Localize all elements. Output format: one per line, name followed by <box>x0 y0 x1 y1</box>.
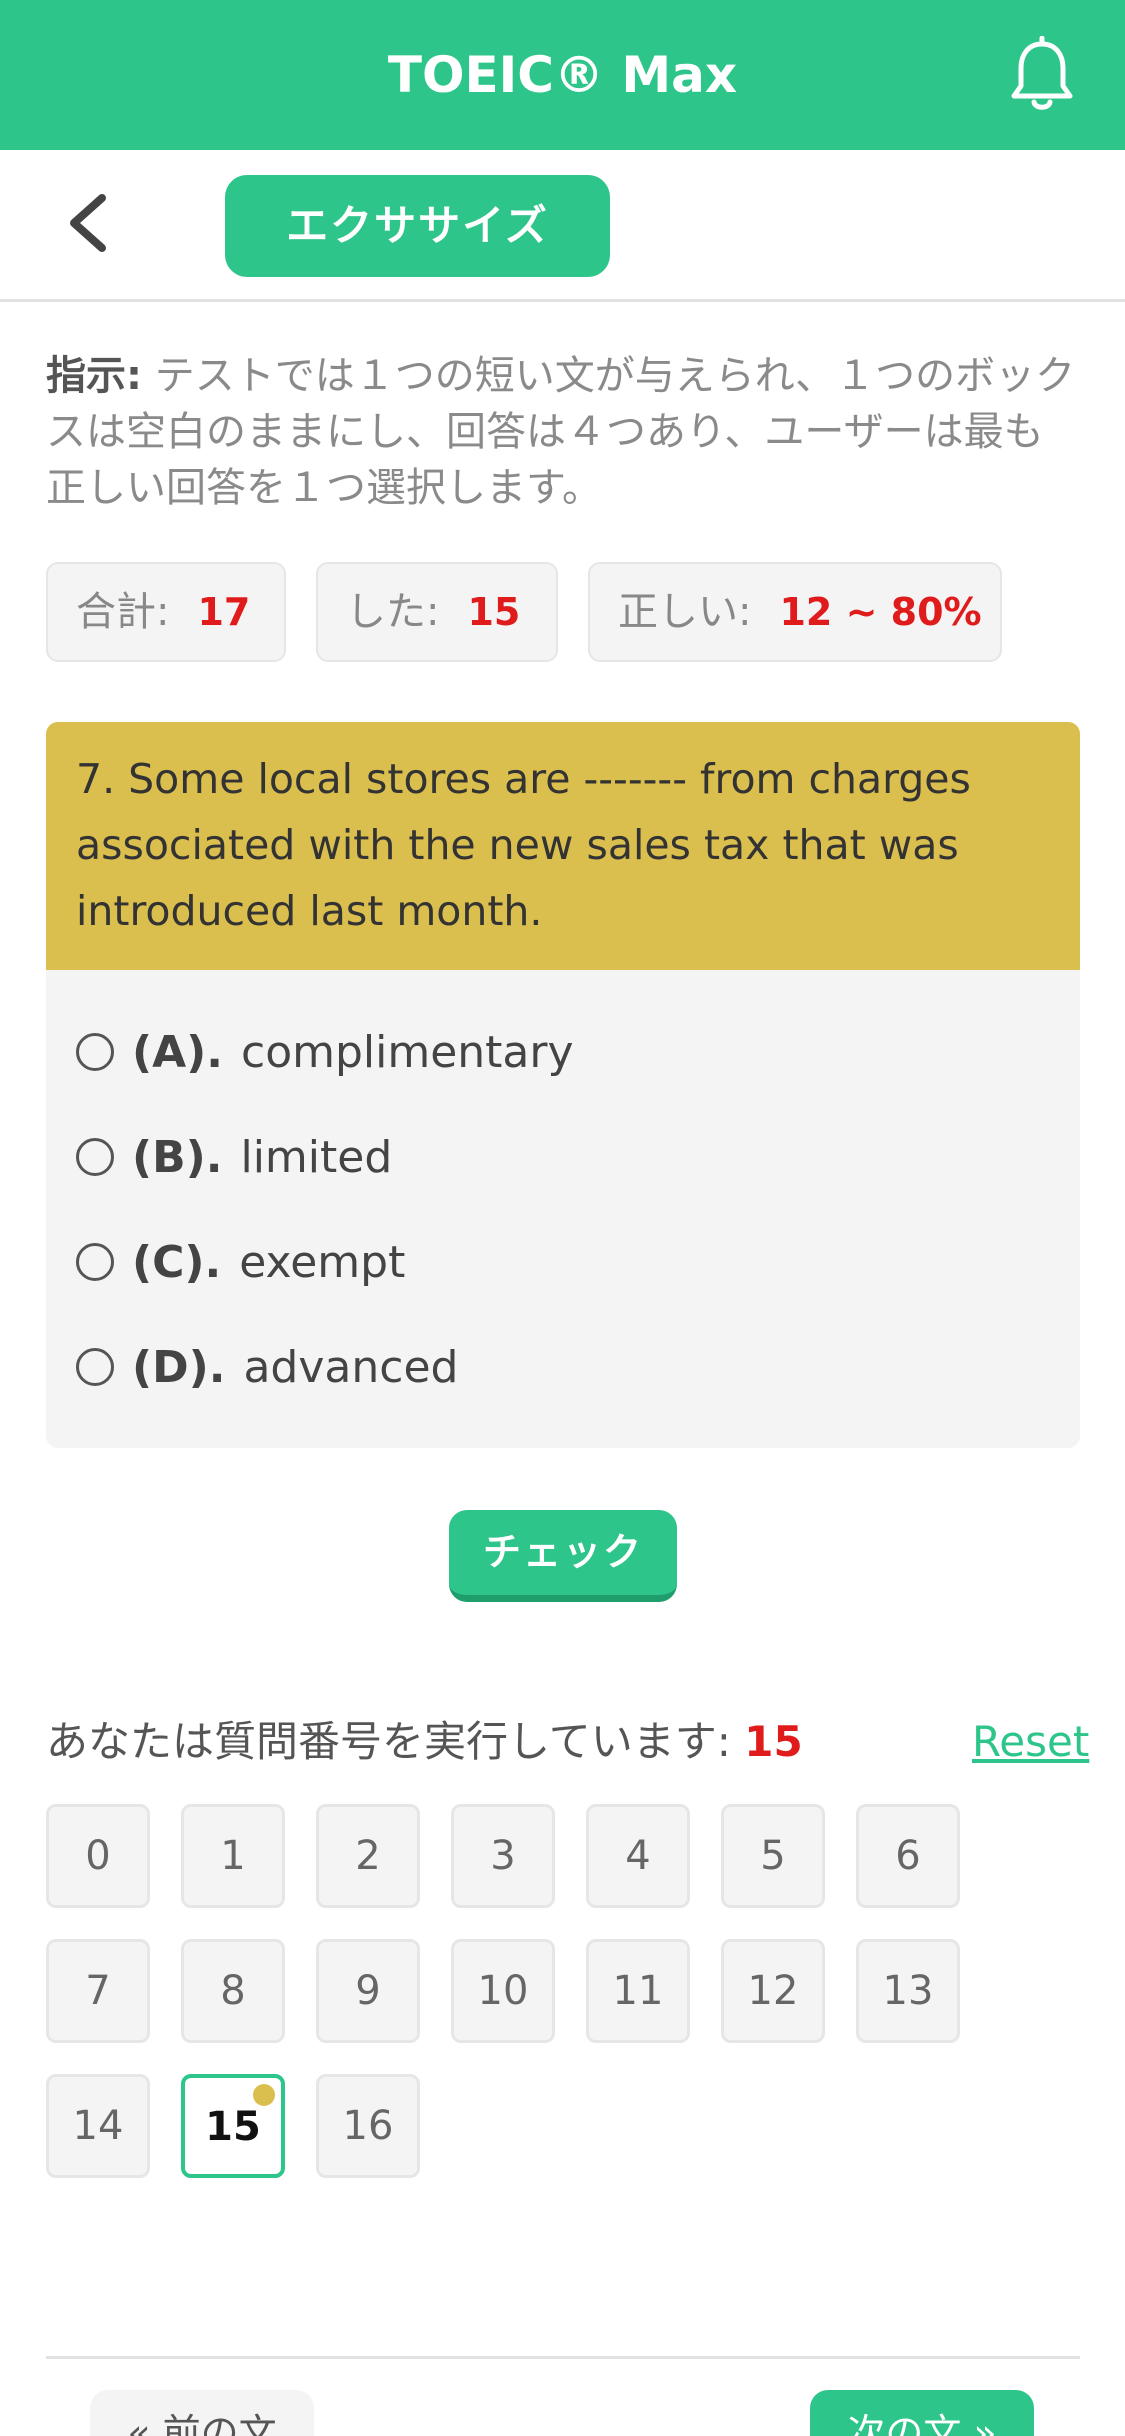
stat-total: 合計: 17 <box>46 562 286 662</box>
previous-sentence-button[interactable]: « 前の文 <box>90 2390 314 2436</box>
instruction-label: 指示: <box>46 353 142 399</box>
question-number-button[interactable]: 3 <box>451 1804 555 1908</box>
radio-button[interactable] <box>76 1033 114 1071</box>
stat-done-label: した: <box>346 589 440 635</box>
stat-correct-value: 12 ~ 80% <box>779 590 982 634</box>
next-sentence-button[interactable]: 次の文 » <box>810 2390 1034 2436</box>
stat-correct-label: 正しい: <box>618 589 752 635</box>
question-number-button[interactable]: 9 <box>316 1939 420 2043</box>
option-text: exempt <box>239 1236 406 1288</box>
question-number-button[interactable]: 13 <box>856 1939 960 2043</box>
question-number-button[interactable]: 12 <box>721 1939 825 2043</box>
check-button[interactable]: チェック <box>449 1510 677 1602</box>
question-number-button[interactable]: 11 <box>586 1939 690 2043</box>
question-number-button[interactable]: 5 <box>721 1804 825 1908</box>
option-a[interactable]: (A). complimentary <box>76 1012 574 1092</box>
reset-link[interactable]: Reset <box>972 1712 1089 1772</box>
option-text: advanced <box>243 1341 459 1393</box>
question-number-button[interactable]: 0 <box>46 1804 150 1908</box>
option-d[interactable]: (D). advanced <box>76 1327 458 1407</box>
question-number-button[interactable]: 16 <box>316 2074 420 2178</box>
current-question-number: 15 <box>744 1717 803 1766</box>
question-number-button[interactable]: 8 <box>181 1939 285 2043</box>
radio-button[interactable] <box>76 1243 114 1281</box>
back-arrow-icon[interactable] <box>60 188 120 258</box>
exercise-button[interactable]: エクササイズ <box>225 175 610 277</box>
option-letter: (D). <box>132 1341 226 1393</box>
app-bar: TOEIC® Max <box>0 0 1125 150</box>
instruction-text: 指示: テストでは１つの短い文が与えられ、１つのボックスは空白のままにし、回答は… <box>46 348 1076 516</box>
question-number-button[interactable]: 4 <box>586 1804 690 1908</box>
app-title: TOEIC® Max <box>387 46 738 104</box>
question-number-button[interactable]: 1 <box>181 1804 285 1908</box>
option-letter: (A). <box>132 1026 223 1078</box>
option-b[interactable]: (B). limited <box>76 1117 392 1197</box>
radio-button[interactable] <box>76 1348 114 1386</box>
question-number-label: 15 <box>205 2104 261 2150</box>
stat-correct: 正しい: 12 ~ 80% <box>588 562 1002 662</box>
question-text: 7. Some local stores are ------- from ch… <box>46 722 1080 970</box>
question-number-button[interactable]: 7 <box>46 1939 150 2043</box>
divider <box>46 2356 1080 2359</box>
question-number-button[interactable]: 6 <box>856 1804 960 1908</box>
radio-button[interactable] <box>76 1138 114 1176</box>
stat-total-label: 合計: <box>76 589 170 635</box>
sub-bar: エクササイズ <box>0 150 1125 302</box>
stat-done-value: 15 <box>467 590 521 634</box>
option-letter: (B). <box>132 1131 223 1183</box>
current-dot-icon <box>253 2084 275 2106</box>
option-c[interactable]: (C). exempt <box>76 1222 405 1302</box>
progress-label-text: あなたは質問番号を実行しています: <box>46 1717 731 1766</box>
question-number-button[interactable]: 2 <box>316 1804 420 1908</box>
question-number-button[interactable]: 10 <box>451 1939 555 2043</box>
question-card: 7. Some local stores are ------- from ch… <box>46 722 1080 1448</box>
question-number-button-active[interactable]: 15 <box>181 2074 285 2178</box>
progress-label: あなたは質問番号を実行しています: 15 <box>46 1712 803 1772</box>
option-text: complimentary <box>241 1026 574 1078</box>
instruction-body: テストでは１つの短い文が与えられ、１つのボックスは空白のままにし、回答は４つあり… <box>46 353 1076 511</box>
option-letter: (C). <box>132 1236 222 1288</box>
stat-done: した: 15 <box>316 562 558 662</box>
bell-icon[interactable] <box>1008 36 1076 116</box>
option-text: limited <box>240 1131 393 1183</box>
question-number-button[interactable]: 14 <box>46 2074 150 2178</box>
stat-total-value: 17 <box>197 590 251 634</box>
